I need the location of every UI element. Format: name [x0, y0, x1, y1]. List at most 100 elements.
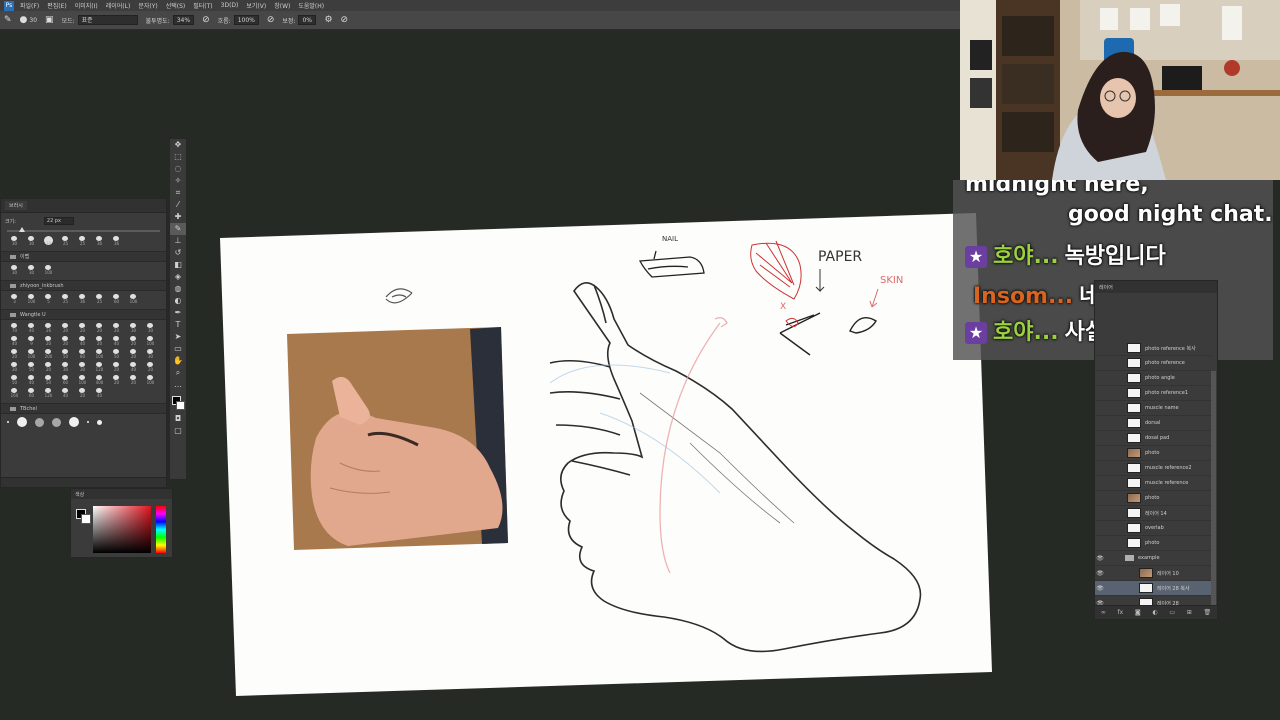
brush-preset[interactable]: 20	[75, 323, 90, 333]
brush-preset[interactable]: 200	[41, 349, 56, 359]
brush-preset[interactable]	[7, 421, 9, 423]
brush-preset[interactable]: 30	[75, 362, 90, 372]
pressure-opacity-icon[interactable]: ⊘	[202, 15, 210, 25]
menu-item-file[interactable]: 파일(F)	[20, 1, 39, 10]
brush-preset[interactable]: 36	[92, 236, 107, 246]
delete-layer-icon[interactable]: 🗑	[1204, 609, 1212, 616]
brush-preset[interactable]: 9	[24, 336, 39, 346]
brush-preset[interactable]: 50	[109, 349, 124, 359]
brush-preset[interactable]: 60	[24, 388, 39, 398]
layer-row[interactable]: dorsal	[1095, 416, 1211, 431]
history-brush-tool-icon[interactable]: ↺	[170, 247, 186, 259]
layer-row[interactable]: muscle reference	[1095, 476, 1211, 491]
brush-preset[interactable]: 30	[143, 323, 158, 333]
new-layer-icon[interactable]: ⊞	[1187, 609, 1192, 616]
brush-preset[interactable]: 60	[109, 294, 124, 304]
brush-preset[interactable]: 40	[7, 336, 22, 346]
brush-preset[interactable]: 36	[75, 294, 90, 304]
brush-preset[interactable]: 20	[109, 375, 124, 385]
brush-preset[interactable]: 20	[41, 362, 56, 372]
layer-row[interactable]: muscle reference2	[1095, 461, 1211, 476]
crop-tool-icon[interactable]: ⌗	[170, 187, 186, 199]
layer-row[interactable]: 👁 레이어 10	[1095, 566, 1211, 581]
brush-preset[interactable]: 20	[92, 336, 107, 346]
layer-group-row[interactable]: 👁 example	[1095, 551, 1211, 566]
brush-preset[interactable]: 20	[41, 336, 56, 346]
brush-preset[interactable]: 30	[126, 323, 141, 333]
layer-row[interactable]: 레이어 14	[1095, 506, 1211, 521]
brush-preset[interactable]: 30	[7, 362, 22, 372]
brush-preset[interactable]: 40	[24, 375, 39, 385]
brush-group[interactable]: 이펩	[1, 251, 166, 262]
menu-item-edit[interactable]: 편집(E)	[47, 1, 67, 10]
brush-preset[interactable]: 25	[58, 294, 73, 304]
layer-row[interactable]: photo	[1095, 446, 1211, 461]
type-tool-icon[interactable]: T	[170, 319, 186, 331]
brush-panel-toggle-icon[interactable]: ▣	[45, 15, 54, 25]
menu-item-window[interactable]: 창(W)	[274, 1, 290, 10]
brush-preset[interactable]: 30	[58, 362, 73, 372]
layer-style-icon[interactable]: fx	[1118, 609, 1124, 616]
menu-item-filter[interactable]: 필터(T)	[193, 1, 212, 10]
brush-preset[interactable]: 30	[7, 236, 22, 246]
clone-stamp-tool-icon[interactable]: ⊥	[170, 235, 186, 247]
brush-preset[interactable]: 20	[126, 349, 141, 359]
menu-item-select[interactable]: 선택(S)	[166, 1, 186, 10]
brush-preset[interactable]: 20	[126, 336, 141, 346]
brush-group[interactable]: zhiyoon_inkbrush	[1, 280, 166, 291]
brush-preset[interactable]: 20	[109, 362, 124, 372]
brush-preset[interactable]: 120	[92, 362, 107, 372]
dodge-tool-icon[interactable]: ◐	[170, 295, 186, 307]
menu-item-layer[interactable]: 레이어(L)	[106, 1, 131, 10]
visibility-eye-icon[interactable]: 👁	[1095, 555, 1105, 562]
hue-slider[interactable]	[156, 506, 166, 553]
move-tool-icon[interactable]: ✥	[170, 139, 186, 151]
brush-preset[interactable]: 100	[75, 375, 90, 385]
brush-preset[interactable]: 100	[126, 294, 141, 304]
brush-preset[interactable]: 20	[143, 362, 158, 372]
color-swatches[interactable]	[170, 395, 186, 413]
new-group-icon[interactable]: ▭	[1169, 609, 1175, 616]
menu-item-image[interactable]: 이미지(I)	[75, 1, 98, 10]
brush-preset[interactable]: 36	[109, 236, 124, 246]
brush-preset[interactable]: 20	[58, 323, 73, 333]
brush-preset[interactable]: 40	[92, 388, 107, 398]
brush-preset-picker[interactable]: ● 30	[20, 15, 38, 25]
brush-preset[interactable]: 100	[24, 294, 39, 304]
blur-tool-icon[interactable]: ◍	[170, 283, 186, 295]
brush-preset[interactable]: 60	[58, 375, 73, 385]
brush-group[interactable]: Wangtle U	[1, 309, 166, 320]
brush-preset[interactable]: 30	[7, 265, 22, 275]
brush-preset[interactable]: 30	[24, 236, 39, 246]
eyedropper-tool-icon[interactable]: ⁄	[170, 199, 186, 211]
brush-preset[interactable]	[52, 417, 61, 427]
shape-tool-icon[interactable]: ▭	[170, 343, 186, 355]
layer-row[interactable]: photo reference1	[1095, 386, 1211, 401]
chat-username[interactable]: Insom...	[973, 284, 1073, 309]
layer-row[interactable]: 👁 레이어 28 복사	[1095, 581, 1211, 596]
opacity-input[interactable]: 34%	[172, 15, 195, 25]
brush-preset[interactable]: 3	[7, 294, 22, 304]
brush-preset[interactable]: 20	[58, 336, 73, 346]
magic-wand-tool-icon[interactable]: ✧	[170, 175, 186, 187]
brush-preset[interactable]: 50	[7, 375, 22, 385]
slider-knob[interactable]	[19, 227, 25, 232]
brush-preset[interactable]: 40	[24, 323, 39, 333]
layer-row[interactable]: dosal pad	[1095, 431, 1211, 446]
more-tools-icon[interactable]: …	[170, 379, 186, 391]
brush-preset[interactable]: 50	[24, 362, 39, 372]
marquee-tool-icon[interactable]: ⬚	[170, 151, 186, 163]
brush-preset[interactable]: 5	[41, 294, 56, 304]
flow-input[interactable]: 100%	[233, 15, 259, 25]
brush-preset[interactable]: 100	[24, 349, 39, 359]
chat-username[interactable]: 호야...	[993, 244, 1059, 269]
brush-preset[interactable]: 120	[41, 388, 56, 398]
pressure-size-icon[interactable]: ⊘	[341, 15, 349, 25]
layers-scrollbar[interactable]	[1211, 371, 1216, 606]
layer-row[interactable]: photo reference	[1095, 356, 1211, 371]
canvas-paper[interactable]: NAIL PAPER SKIN X	[220, 213, 992, 696]
brush-preset[interactable]: 40	[58, 388, 73, 398]
menu-item-3d[interactable]: 3D(D)	[221, 2, 239, 9]
brush-preset[interactable]: 26	[41, 323, 56, 333]
document-canvas[interactable]: NAIL PAPER SKIN X	[220, 213, 992, 696]
